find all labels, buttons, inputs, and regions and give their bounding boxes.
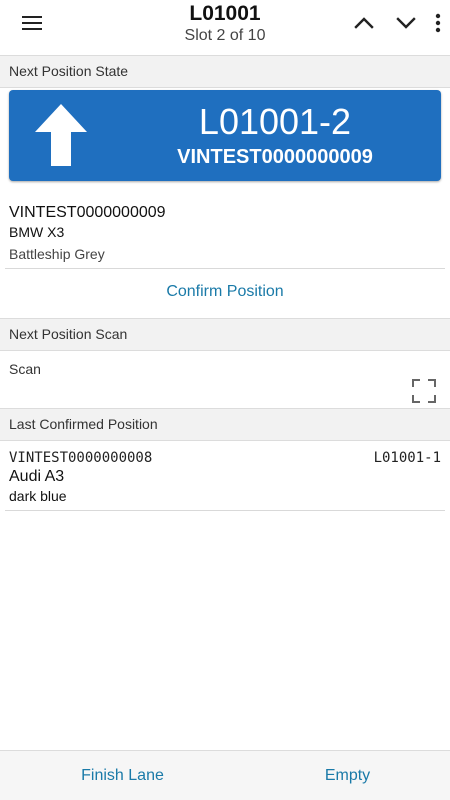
page-subtitle: Slot 2 of 10 — [184, 27, 266, 44]
scan-frame-icon[interactable] — [411, 378, 437, 404]
scan-label: Scan — [9, 361, 41, 377]
title-block: L01001 Slot 2 of 10 — [100, 2, 350, 46]
chevron-down-icon[interactable] — [392, 10, 420, 36]
divider — [5, 268, 445, 269]
finish-lane-button[interactable]: Finish Lane — [10, 751, 235, 800]
confirm-position-button[interactable]: Confirm Position — [0, 280, 450, 304]
last-confirmed-position: L01001-1 — [373, 450, 441, 466]
vehicle-color: Battleship Grey — [9, 246, 105, 262]
page-title: L01001 — [189, 2, 261, 25]
last-confirmed-model: Audi A3 — [9, 468, 65, 485]
last-confirmed-vin: VINTEST0000000008 — [9, 450, 153, 466]
vehicle-model: BMW X3 — [9, 224, 65, 240]
vehicle-info: VINTEST0000000009 BMW X3 Battleship Grey — [9, 203, 441, 263]
next-position-card[interactable]: L01001-2 VINTEST0000000009 — [9, 90, 441, 181]
chevron-up-icon[interactable] — [350, 10, 378, 36]
empty-button[interactable]: Empty — [235, 751, 450, 800]
menu-icon[interactable] — [20, 13, 44, 33]
last-confirmed-color: dark blue — [9, 488, 67, 504]
footer-bar: Finish Lane Empty — [0, 750, 450, 800]
app-root: L01001 Slot 2 of 10 Next Position State — [0, 0, 450, 800]
section-header-next-position-scan: Next Position Scan — [0, 318, 450, 351]
scan-input[interactable]: Scan — [0, 352, 450, 406]
more-vert-icon[interactable] — [426, 10, 450, 36]
divider — [5, 510, 445, 511]
arrow-up-icon — [35, 104, 87, 166]
section-header-next-position-state: Next Position State — [0, 55, 450, 88]
section-header-last-confirmed: Last Confirmed Position — [0, 408, 450, 441]
app-header: L01001 Slot 2 of 10 — [0, 0, 450, 46]
next-position-vin: VINTEST0000000009 — [177, 146, 373, 168]
next-position-label: L01001-2 — [198, 101, 352, 142]
vehicle-vin: VINTEST0000000009 — [9, 204, 166, 221]
